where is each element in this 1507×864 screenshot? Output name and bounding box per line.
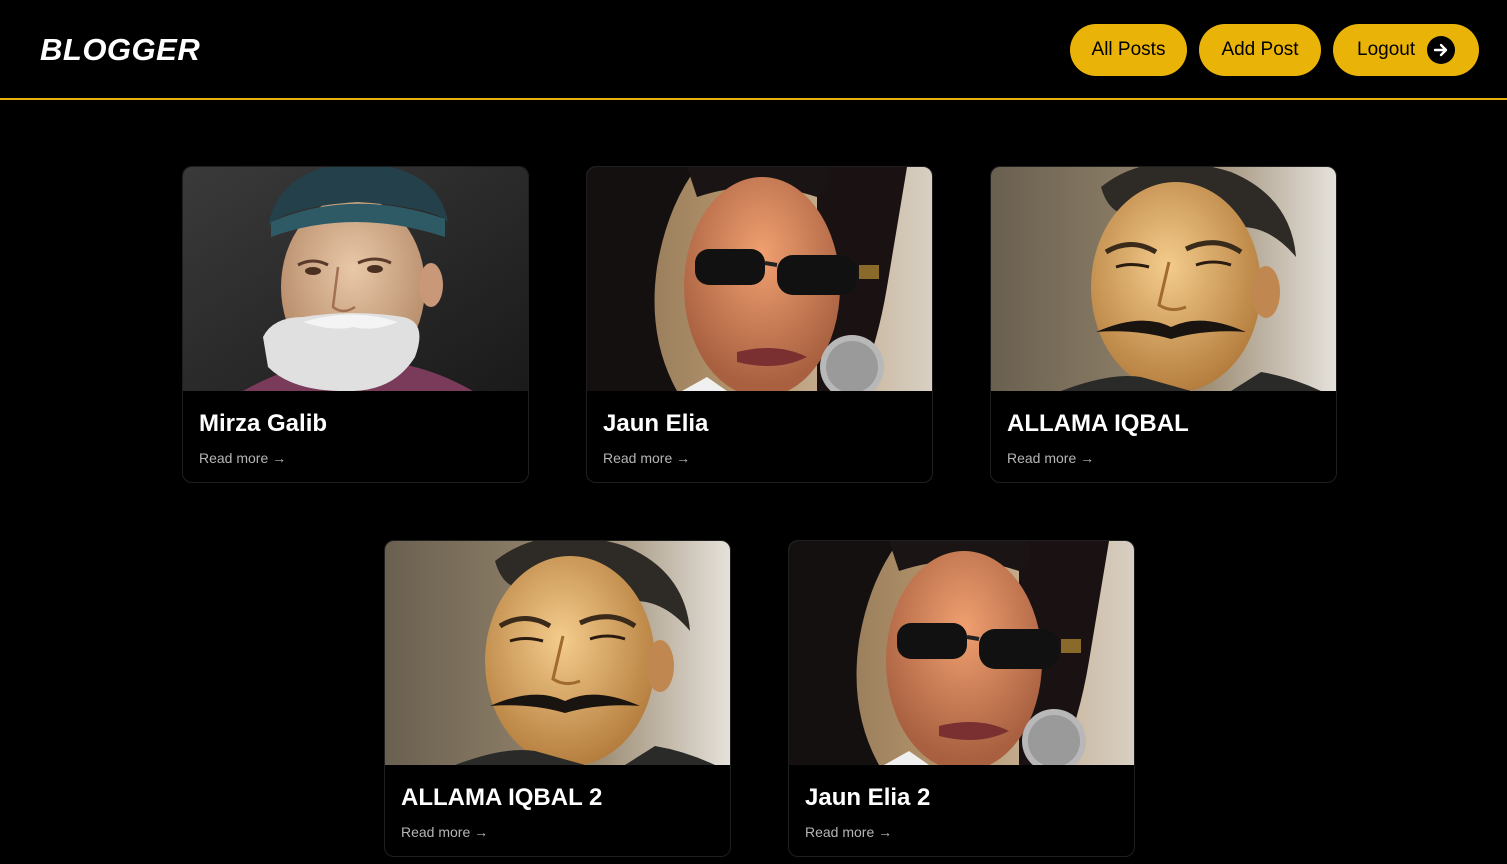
read-more-link[interactable]: Read more → — [603, 449, 690, 467]
read-more-link[interactable]: Read more → — [199, 449, 286, 467]
post-title: ALLAMA IQBAL 2 — [401, 784, 603, 811]
add-post-button[interactable]: Add Post — [1199, 24, 1321, 76]
post-title: Mirza Galib — [199, 410, 328, 437]
read-more-link[interactable]: Read more → — [805, 823, 892, 841]
logout-label: Logout — [1357, 39, 1416, 60]
post-image — [183, 167, 528, 391]
post-card[interactable]: ALLAMA IQBAL 2 Read more → — [384, 540, 731, 857]
post-image — [789, 541, 1134, 765]
logout-button[interactable]: Logout — [1333, 24, 1479, 76]
all-posts-button[interactable]: All Posts — [1070, 24, 1187, 76]
post-card[interactable]: Mirza Galib Read more → — [182, 166, 529, 483]
post-card[interactable]: Jaun Elia 2 Read more → — [788, 540, 1135, 857]
post-title: Jaun Elia — [603, 410, 709, 437]
post-card[interactable]: Jaun Elia Read more → — [586, 166, 933, 483]
brand-logo[interactable]: BLOGGER — [40, 30, 200, 70]
post-title: Jaun Elia 2 — [805, 784, 931, 811]
post-image — [587, 167, 932, 391]
read-more-link[interactable]: Read more → — [1007, 449, 1094, 467]
top-navbar: BLOGGER All Posts Add Post Logout — [0, 0, 1507, 100]
post-image — [991, 167, 1336, 391]
read-more-link[interactable]: Read more → — [401, 823, 488, 841]
post-image — [385, 541, 730, 765]
arrow-right-circle-icon — [1427, 36, 1456, 64]
post-title: ALLAMA IQBAL — [1007, 410, 1189, 437]
post-card[interactable]: ALLAMA IQBAL Read more → — [990, 166, 1337, 483]
